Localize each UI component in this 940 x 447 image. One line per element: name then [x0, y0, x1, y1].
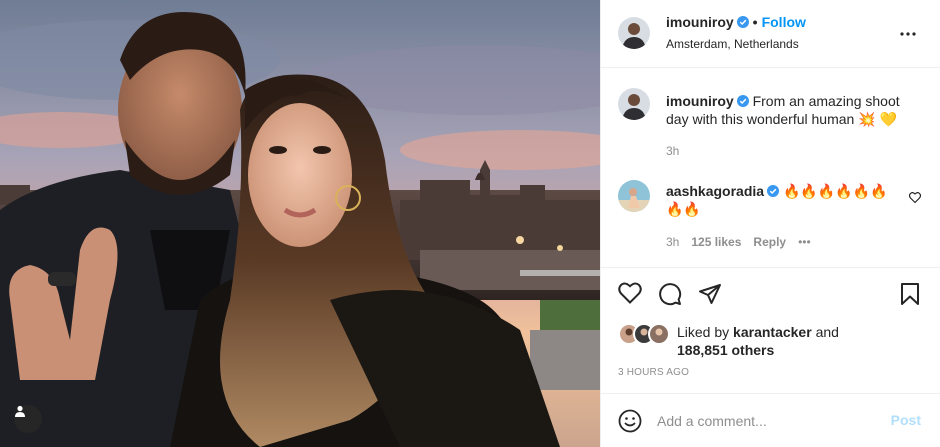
- comment-time[interactable]: 3h: [666, 235, 679, 249]
- post-location[interactable]: Amsterdam, Netherlands: [666, 37, 799, 51]
- add-comment-bar: Post: [601, 393, 940, 447]
- comment-meta: 3h 125 likes Reply •••: [666, 235, 823, 249]
- author-line: imouniroy • Follow: [666, 14, 806, 30]
- comment-button[interactable]: [658, 282, 682, 309]
- caption-username[interactable]: imouniroy: [666, 93, 734, 109]
- post-comment-button[interactable]: Post: [891, 412, 921, 428]
- commenter-username[interactable]: aashkagoradia: [666, 183, 764, 199]
- author-avatar[interactable]: [618, 17, 650, 49]
- user-tag-icon: [15, 405, 25, 417]
- liked-by-prefix: Liked by: [677, 324, 730, 340]
- avatar-image: [618, 180, 650, 212]
- comment: aashkagoradia 🔥🔥🔥🔥🔥🔥🔥🔥: [666, 182, 901, 218]
- liked-by-text: Liked by karantacker and: [677, 323, 839, 341]
- like-comment-icon: [908, 192, 922, 204]
- post-photo[interactable]: [0, 0, 600, 447]
- liked-by-user[interactable]: karantacker: [733, 324, 812, 340]
- commenter-avatar[interactable]: [618, 180, 650, 212]
- author-username[interactable]: imouniroy: [666, 14, 734, 30]
- liked-by-avatar-stack: [618, 323, 670, 345]
- share-icon: [699, 284, 721, 304]
- emoji-button[interactable]: [618, 409, 642, 436]
- more-icon: [900, 32, 916, 36]
- liked-by-others[interactable]: 188,851 others: [677, 341, 774, 359]
- like-button[interactable]: [618, 282, 642, 307]
- comment-icon: [659, 283, 682, 306]
- liked-by-suffix: and: [815, 324, 839, 340]
- heart-icon: [618, 282, 642, 304]
- user-tag-button[interactable]: [14, 405, 42, 433]
- save-button[interactable]: [899, 282, 921, 309]
- avatar-image: [618, 17, 650, 49]
- separator-dot: •: [752, 14, 758, 30]
- caption-time[interactable]: 3h: [666, 144, 679, 158]
- post-header: imouniroy • Follow Amsterdam, Netherlands: [601, 0, 940, 68]
- bookmark-icon: [901, 283, 919, 305]
- post-sidebar: imouniroy • Follow Amsterdam, Netherlands …: [600, 0, 940, 447]
- verified-icon: [767, 183, 780, 197]
- selfie-image: [0, 0, 600, 447]
- share-button[interactable]: [698, 282, 722, 309]
- caption-avatar[interactable]: [618, 88, 650, 120]
- instagram-post: imouniroy • Follow Amsterdam, Netherlands …: [0, 0, 940, 447]
- follow-button[interactable]: Follow: [762, 14, 806, 30]
- avatar-image: [618, 88, 650, 120]
- verified-icon: [736, 93, 749, 107]
- verified-icon: [736, 15, 749, 28]
- caption: imouniroy From an amazing shoot day with…: [666, 92, 916, 128]
- comment-input[interactable]: [657, 410, 877, 432]
- like-comment-button[interactable]: [908, 190, 922, 206]
- comment-more-button[interactable]: •••: [798, 235, 811, 249]
- post-timestamp[interactable]: 3 HOURS AGO: [618, 367, 689, 378]
- comments-section: imouniroy From an amazing shoot day with…: [601, 68, 940, 268]
- likes-count[interactable]: 188,851 others: [677, 342, 774, 358]
- comment-likes[interactable]: 125 likes: [691, 235, 741, 249]
- emoji-icon: [618, 409, 642, 433]
- reply-button[interactable]: Reply: [753, 235, 786, 249]
- liked-by-avatars[interactable]: [618, 322, 674, 346]
- more-options-button[interactable]: [899, 24, 917, 40]
